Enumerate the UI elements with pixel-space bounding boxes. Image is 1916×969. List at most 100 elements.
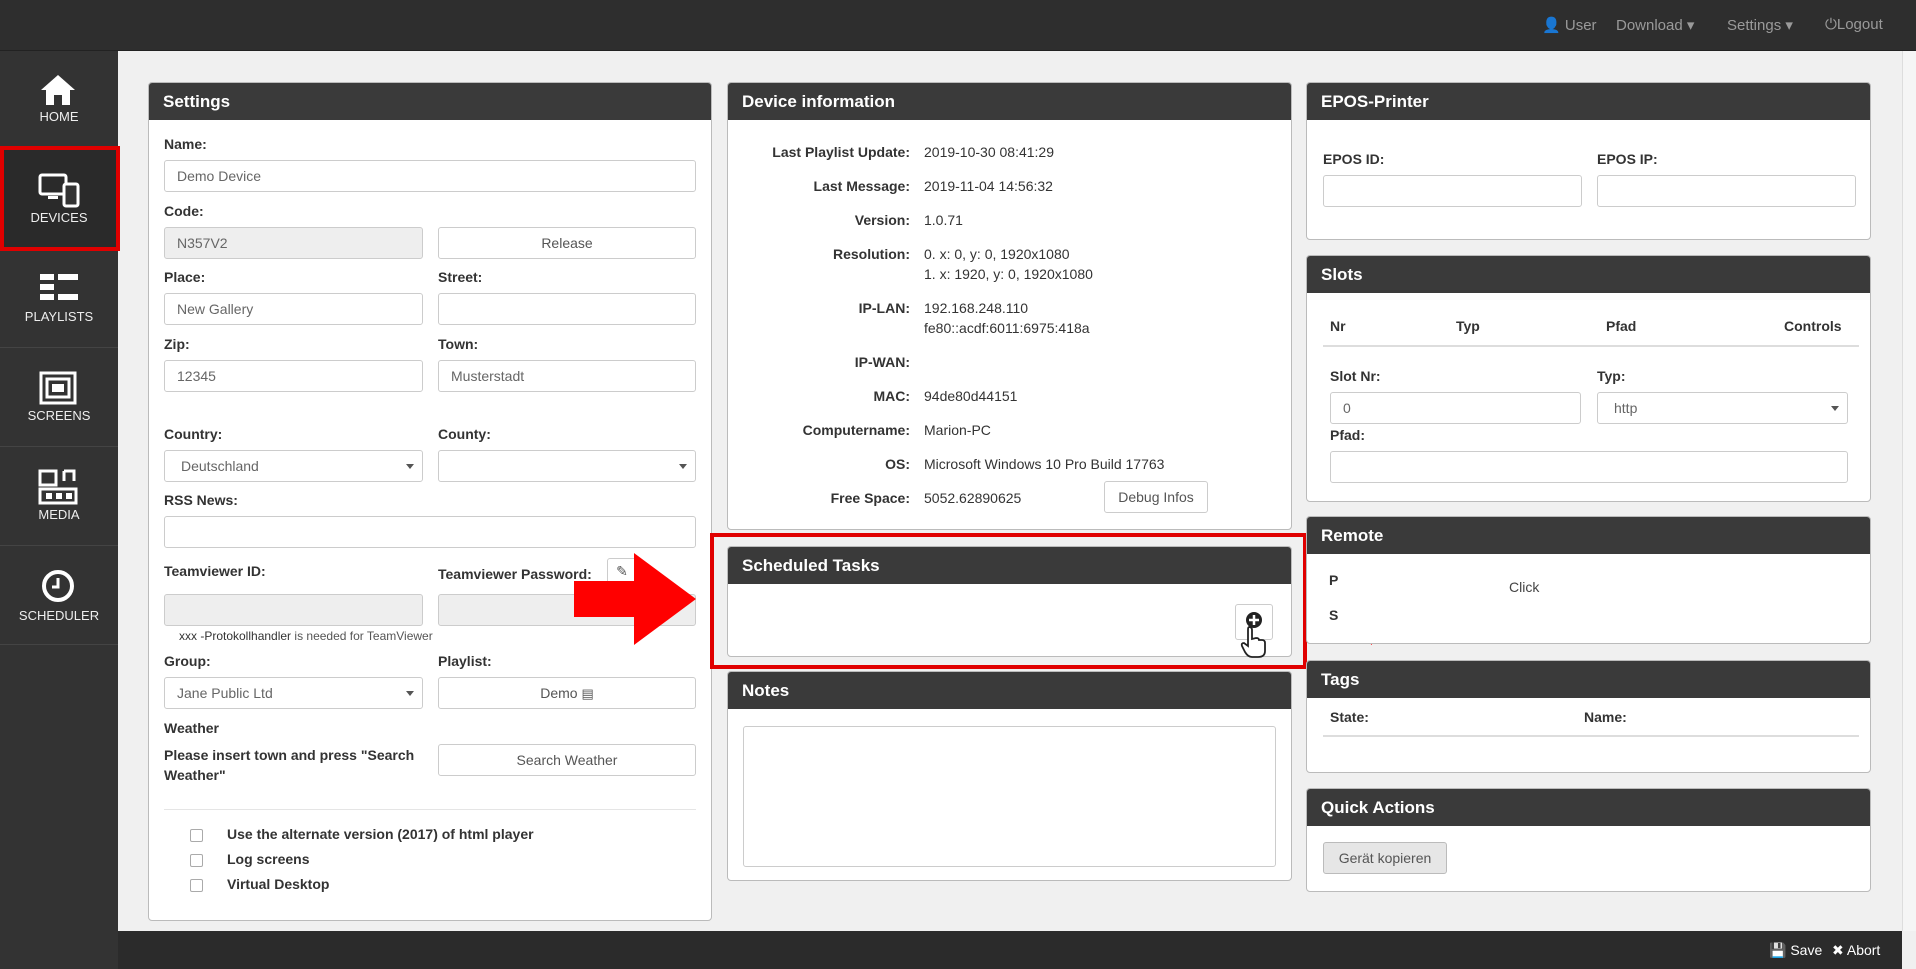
- settings-menu[interactable]: Settings ▾: [1727, 16, 1793, 34]
- epos-panel: EPOS-Printer EPOS ID: EPOS IP:: [1306, 82, 1871, 240]
- notes-panel: Notes: [727, 671, 1292, 881]
- footer-bar: 💾 Save ✖ Abort: [118, 931, 1902, 969]
- place-label: Place:: [164, 269, 206, 285]
- sidebar-item-screens[interactable]: SCREENS: [0, 348, 118, 447]
- user-icon: 👤: [1542, 17, 1561, 34]
- country-select[interactable]: Deutschland: [164, 450, 423, 482]
- county-select[interactable]: [438, 450, 696, 482]
- slots-col-typ: Typ: [1456, 318, 1480, 334]
- sidebar-item-home[interactable]: HOME: [0, 51, 118, 150]
- info-value: 1.0.71: [924, 212, 963, 228]
- street-input[interactable]: [438, 293, 696, 325]
- epos-ip-input[interactable]: [1597, 175, 1856, 207]
- quick-actions-title: Quick Actions: [1307, 789, 1870, 826]
- info-key: IP-LAN:: [858, 300, 910, 316]
- save-button[interactable]: 💾 Save: [1769, 942, 1822, 959]
- home-icon: [41, 75, 75, 105]
- place-input[interactable]: New Gallery: [164, 293, 423, 325]
- weather-label: Weather: [164, 720, 219, 736]
- user-menu[interactable]: 👤 User: [1542, 16, 1597, 34]
- slot-typ-label: Typ:: [1597, 368, 1626, 384]
- slots-title: Slots: [1307, 256, 1870, 293]
- hand-cursor-icon: [1240, 626, 1266, 658]
- rss-input[interactable]: [164, 516, 696, 548]
- zip-input[interactable]: 12345: [164, 360, 423, 392]
- epos-id-input[interactable]: [1323, 175, 1582, 207]
- info-value: Microsoft Windows 10 Pro Build 17763: [924, 456, 1165, 472]
- slot-pfad-input[interactable]: [1330, 451, 1848, 483]
- alt-player-checkbox[interactable]: [190, 829, 203, 842]
- debug-infos-button[interactable]: Debug Infos: [1104, 481, 1208, 513]
- epos-id-label: EPOS ID:: [1323, 151, 1385, 167]
- notes-title: Notes: [728, 672, 1291, 709]
- quick-actions-panel: Quick Actions Gerät kopieren: [1306, 788, 1871, 892]
- screens-icon: [39, 371, 77, 405]
- scheduled-tasks-highlight: [710, 533, 1307, 669]
- remote-click-link[interactable]: Click: [1509, 579, 1539, 595]
- epos-ip-label: EPOS IP:: [1597, 151, 1658, 167]
- playlist-grid-icon: ▤: [581, 686, 594, 701]
- info-key: Version:: [854, 212, 910, 228]
- group-select[interactable]: Jane Public Ltd: [164, 677, 423, 709]
- protocol-handler-link[interactable]: xxx -Protokollhandler: [179, 629, 291, 643]
- info-key: OS:: [885, 456, 910, 472]
- devices-highlight: [0, 146, 120, 251]
- slot-nr-input[interactable]: 0: [1330, 392, 1581, 424]
- tags-state-header: State:: [1330, 709, 1369, 725]
- weather-hint: Please insert town and press "Search Wea…: [164, 747, 415, 783]
- sidebar-item-playlists[interactable]: PLAYLISTS: [0, 249, 118, 348]
- county-label: County:: [438, 426, 491, 442]
- playlist-button[interactable]: Demo ▤: [438, 677, 696, 709]
- slots-header-divider: [1323, 345, 1859, 347]
- playlist-icon: [40, 274, 78, 300]
- teamviewer-id-input: [164, 594, 423, 626]
- logout-link[interactable]: ⏻Logout: [1825, 16, 1883, 33]
- info-key: Last Message:: [813, 178, 910, 194]
- notes-textarea[interactable]: [743, 726, 1276, 867]
- remote-row-label: S: [1329, 607, 1339, 623]
- info-value: 2019-10-30 08:41:29: [924, 144, 1054, 160]
- slots-col-nr: Nr: [1330, 318, 1346, 334]
- country-label: Country:: [164, 426, 223, 442]
- release-button[interactable]: Release: [438, 227, 696, 259]
- remote-panel: Remote P S Click: [1306, 516, 1871, 644]
- tags-title: Tags: [1307, 661, 1870, 698]
- search-weather-button[interactable]: Search Weather: [438, 744, 696, 776]
- name-label: Name:: [164, 136, 207, 152]
- slot-nr-label: Slot Nr:: [1330, 368, 1381, 384]
- group-label: Group:: [164, 653, 211, 669]
- info-value: Marion-PC: [924, 422, 991, 438]
- teamviewer-id-label: Teamviewer ID:: [164, 563, 266, 579]
- epos-title: EPOS-Printer: [1307, 83, 1870, 120]
- caret-down-icon: ▾: [1785, 17, 1793, 34]
- settings-title: Settings: [149, 83, 711, 120]
- log-screens-checkbox[interactable]: [190, 854, 203, 867]
- playlist-label: Playlist:: [438, 653, 492, 669]
- top-navbar: 👤 User Download ▾ Settings ▾ ⏻Logout: [0, 0, 1916, 51]
- info-key: IP-WAN:: [854, 354, 910, 370]
- virtual-desktop-checkbox[interactable]: [190, 879, 203, 892]
- abort-button[interactable]: ✖ Abort: [1832, 942, 1880, 959]
- slot-typ-select[interactable]: http: [1597, 392, 1848, 424]
- close-icon: ✖: [1832, 942, 1844, 958]
- scrollbar[interactable]: [1902, 51, 1916, 931]
- tags-name-header: Name:: [1584, 709, 1627, 725]
- info-value: 2019-11-04 14:56:32: [924, 178, 1053, 194]
- floppy-icon: 💾: [1769, 942, 1787, 958]
- copy-device-button[interactable]: Gerät kopieren: [1323, 842, 1447, 874]
- tags-panel: Tags State: Name:: [1306, 660, 1871, 773]
- info-value: 192.168.248.110: [924, 300, 1029, 316]
- street-label: Street:: [438, 269, 483, 285]
- town-input[interactable]: Musterstadt: [438, 360, 696, 392]
- town-label: Town:: [438, 336, 479, 352]
- slot-pfad-label: Pfad:: [1330, 427, 1365, 443]
- slots-col-pfad: Pfad: [1606, 318, 1637, 334]
- sidebar-item-scheduler[interactable]: SCHEDULER: [0, 546, 118, 645]
- caret-down-icon: ▾: [1686, 17, 1695, 34]
- name-input[interactable]: Demo Device: [164, 160, 696, 192]
- download-menu[interactable]: Download ▾: [1616, 16, 1694, 34]
- sidebar-item-media[interactable]: MEDIA: [0, 447, 118, 546]
- code-input: N357V2: [164, 227, 423, 259]
- arrow-right-annotation-icon: [574, 553, 696, 645]
- alt-player-label: Use the alternate version (2017) of html…: [227, 826, 534, 842]
